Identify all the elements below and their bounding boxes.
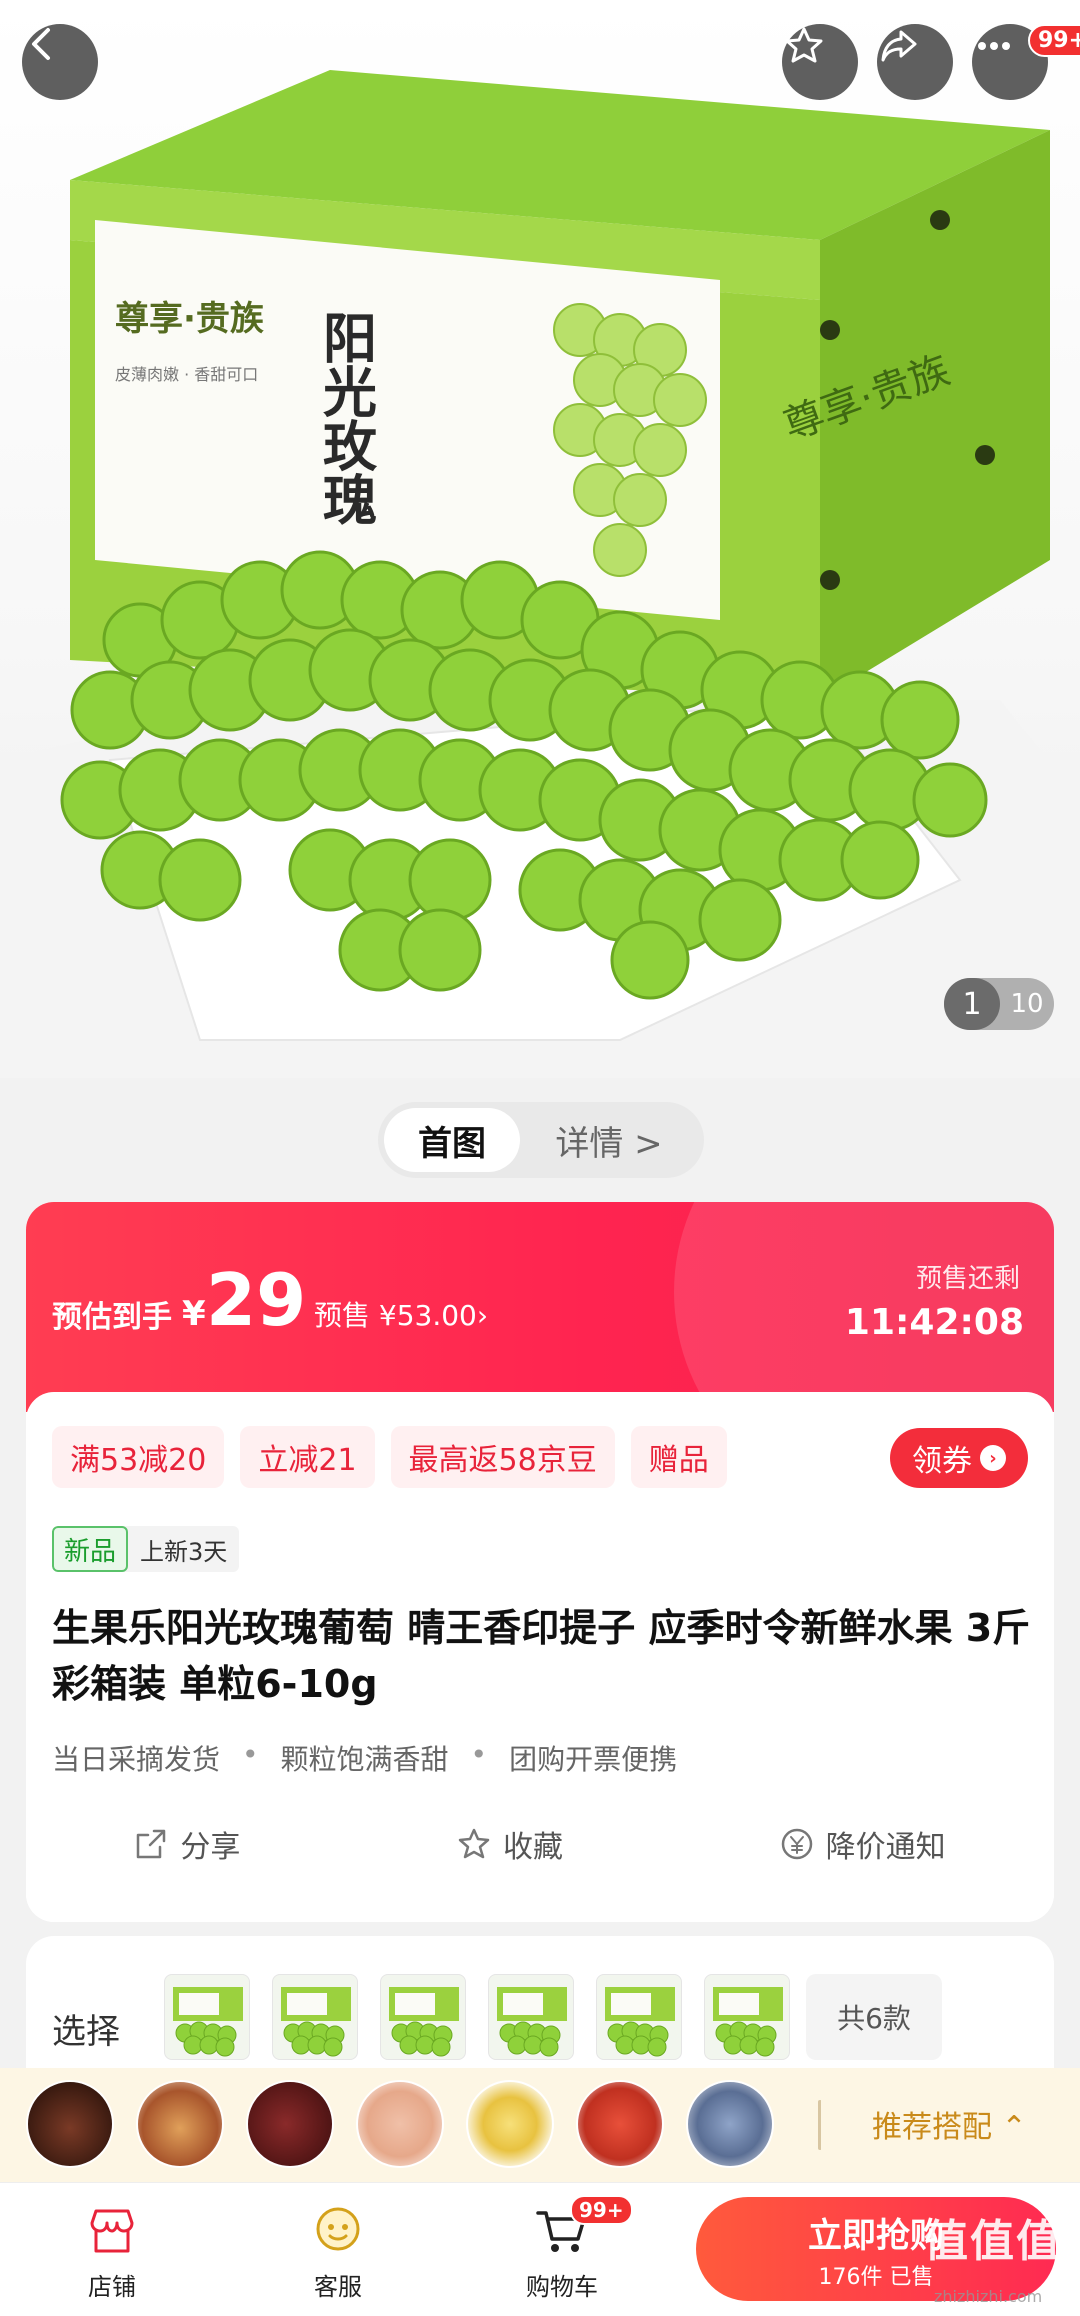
new-days-text: 上新3天 xyxy=(140,1537,228,1566)
product-actions: 分享 收藏 降价通知 xyxy=(26,1822,1054,1866)
recommend-item-steak[interactable] xyxy=(26,2080,114,2168)
more-dots-icon xyxy=(978,42,1010,50)
nav-customer-service[interactable]: 客服 xyxy=(278,2201,398,2302)
product-title: 生果乐阳光玫瑰葡萄 晴王香印提子 应季时令新鲜水果 3斤彩箱装 单粒6-10g xyxy=(52,1606,1031,1706)
coupon-label: 领券 xyxy=(912,1444,972,1479)
watermark-logo: 值值值 xyxy=(924,2216,1062,2267)
grape-box-thumb xyxy=(713,1987,783,2057)
feature-list: 当日采摘发货 • 颗粒饱满香甜 • 团购开票便携 xyxy=(52,1738,677,1778)
chevron-up-icon: ⌃ xyxy=(1001,2110,1027,2145)
variant-thumbnails xyxy=(164,1974,790,2060)
grape-box-thumb xyxy=(389,1987,459,2057)
all-variants-button[interactable]: 共6款 xyxy=(806,1974,942,2060)
recommend-item-corn[interactable] xyxy=(466,2080,554,2168)
countdown-timer: 11:42:08 xyxy=(844,1302,1024,1343)
variant-thumbnail[interactable] xyxy=(596,1974,682,2060)
grape-box-thumb xyxy=(173,1987,243,2057)
cart-count-badge: 99+ xyxy=(570,2195,633,2225)
nav-shop[interactable]: 店铺 xyxy=(52,2201,172,2302)
page-total: 10 xyxy=(1010,989,1044,1019)
star-outline-icon xyxy=(458,1828,490,1859)
share-label: 分享 xyxy=(180,1830,241,1865)
promo-tag[interactable]: 最高返58京豆 xyxy=(390,1426,615,1488)
recommend-item-seafood[interactable] xyxy=(686,2080,774,2168)
notification-badge: 99+ xyxy=(1028,24,1080,57)
bullet-dot: • xyxy=(470,1738,488,1771)
product-image-hero[interactable]: 尊享·贵族 尊享·贵族 皮薄肉嫩 · 香甜可口 阳光玫瑰 99+ 1 10 xyxy=(0,0,1080,1078)
favorite-action[interactable]: 收藏 xyxy=(457,1822,563,1866)
favorite-label: 收藏 xyxy=(502,1830,563,1865)
share-arrow-icon xyxy=(881,30,917,62)
currency-symbol: ¥ xyxy=(182,1294,206,1334)
variant-thumbnail[interactable] xyxy=(488,1974,574,2060)
customer-service-icon xyxy=(316,2207,360,2251)
variant-thumbnail[interactable] xyxy=(380,1974,466,2060)
share-action[interactable]: 分享 xyxy=(134,1822,240,1866)
chevron-right-icon: › xyxy=(980,1445,1006,1471)
product-photo: 尊享·贵族 尊享·贵族 皮薄肉嫩 · 香甜可口 阳光玫瑰 xyxy=(0,70,1080,1078)
tab-main-image[interactable]: 首图 xyxy=(384,1108,520,1172)
yen-circle-icon xyxy=(781,1828,812,1860)
image-tabs: 首图 详情 > xyxy=(378,1102,704,1178)
recommend-item-crayfish[interactable] xyxy=(576,2080,664,2168)
recommend-items xyxy=(26,2080,774,2168)
share-icon xyxy=(137,1829,166,1859)
recommend-item-beef[interactable] xyxy=(246,2080,334,2168)
watermark-url: zhizhizhi.com xyxy=(934,2287,1043,2306)
new-product-tag: 新品 上新3天 xyxy=(52,1526,240,1572)
promo-tag[interactable]: 赠品 xyxy=(630,1426,727,1488)
promo-tag[interactable]: 立减21 xyxy=(240,1426,375,1488)
grape-box-thumb xyxy=(281,1987,351,2057)
shop-icon xyxy=(90,2209,134,2253)
promo-tag[interactable]: 满53减20 xyxy=(52,1426,225,1488)
box-brand-text: 尊享·贵族 xyxy=(115,299,264,339)
new-label: 新品 xyxy=(52,1526,129,1572)
variant-thumbnail[interactable] xyxy=(164,1974,250,2060)
product-info: 满53减20 立减21 最高返58京豆 赠品 领券 › 新品 上新3天 生果乐阳… xyxy=(26,1392,1054,1922)
estimated-price: 29 xyxy=(206,1258,307,1342)
price-alert-label: 降价通知 xyxy=(825,1830,946,1865)
promo-tags: 满53减20 立减21 最高返58京豆 赠品 xyxy=(52,1426,727,1488)
share-button[interactable] xyxy=(877,24,953,100)
recommend-label: 推荐搭配 xyxy=(872,2110,992,2145)
variant-thumbnail[interactable] xyxy=(704,1974,790,2060)
image-pager: 1 10 xyxy=(944,978,1054,1030)
nav-cart-label: 购物车 xyxy=(526,2273,598,2301)
nav-shop-label: 店铺 xyxy=(88,2273,136,2301)
sold-count: 176件 已售 xyxy=(818,2264,934,2290)
star-icon xyxy=(785,27,823,63)
recommend-item-chicken[interactable] xyxy=(356,2080,444,2168)
estimated-price-label: 预估到手 xyxy=(52,1300,172,1335)
feature-item: 颗粒饱满香甜 xyxy=(280,1743,449,1776)
box-product-text: 阳光玫瑰 xyxy=(314,310,377,526)
price-card: 预估到手 ¥ 29 预售 ¥53.00› 预售还剩 11:42:08 满53减2… xyxy=(26,1202,1054,1922)
countdown-label: 预售还剩 xyxy=(915,1264,1020,1294)
bottom-action-bar: 店铺 客服 购物车 99+ 立即抢购 176件 已售 值值值 zhizhizhi… xyxy=(0,2182,1080,2316)
select-label: 选择 xyxy=(52,2012,120,2052)
nav-cart[interactable]: 购物车 99+ xyxy=(502,2195,633,2302)
price-alert-action[interactable]: 降价通知 xyxy=(780,1822,946,1866)
nav-service-label: 客服 xyxy=(314,2273,362,2301)
get-coupon-button[interactable]: 领券 › xyxy=(890,1428,1028,1488)
feature-item: 当日采摘发货 xyxy=(52,1743,221,1776)
variant-thumbnail[interactable] xyxy=(272,1974,358,2060)
grape-box-thumb xyxy=(497,1987,567,2057)
presale-price-link[interactable]: 预售 ¥53.00› xyxy=(314,1294,488,1334)
recommend-divider xyxy=(818,2100,822,2150)
box-sub-text: 皮薄肉嫩 · 香甜可口 xyxy=(115,365,258,384)
grape-box-thumb xyxy=(605,1987,675,2057)
recommend-combo-toggle[interactable]: 推荐搭配 ⌃ xyxy=(872,2102,1027,2146)
page-current: 1 xyxy=(944,978,1000,1030)
back-button[interactable] xyxy=(22,24,98,100)
chevron-left-icon xyxy=(32,28,50,60)
price-banner: 预估到手 ¥ 29 预售 ¥53.00› 预售还剩 11:42:08 xyxy=(26,1202,1054,1502)
favorite-button[interactable] xyxy=(782,24,858,100)
tab-details[interactable]: 详情 > xyxy=(520,1108,698,1172)
bullet-dot: • xyxy=(242,1738,259,1771)
feature-item: 团购开票便携 xyxy=(509,1743,678,1776)
recommend-item-snack[interactable] xyxy=(136,2080,224,2168)
recommend-bar: 推荐搭配 ⌃ xyxy=(0,2068,1080,2182)
